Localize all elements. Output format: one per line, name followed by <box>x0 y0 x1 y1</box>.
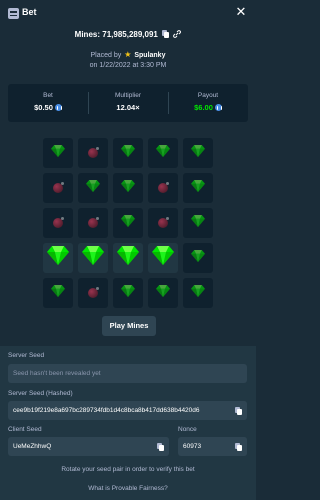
mine-tile <box>183 173 213 203</box>
stat-multiplier: Multiplier 12.04× <box>88 84 168 122</box>
mine-tile <box>43 173 73 203</box>
gem-icon <box>121 144 135 162</box>
client-seed-value: UeMeZhhwQ <box>13 443 52 450</box>
mines-prefix: Mines: <box>74 30 101 40</box>
gem-icon <box>117 246 139 270</box>
coin-icon <box>214 104 222 111</box>
mine-tile <box>148 208 178 238</box>
mine-tile <box>43 278 73 308</box>
placed-date: on 1/22/2022 at 3:30 PM <box>89 62 167 69</box>
placed-by-label: Placed by <box>90 52 122 59</box>
mine-icon <box>53 182 64 193</box>
mine-tile <box>183 138 213 168</box>
gem-icon <box>152 246 174 270</box>
server-seed-hashed-label: Server Seed (Hashed) <box>8 390 73 397</box>
modal-title: Bet <box>22 7 37 17</box>
stat-bet-value: $0.50 <box>8 103 88 112</box>
play-mines-button[interactable]: Play Mines <box>102 316 156 336</box>
gem-icon <box>121 214 135 232</box>
gem-icon <box>47 246 69 270</box>
placed-by-line: Placed by ★ Spulanky <box>0 50 256 59</box>
payout-amount: $6.00 <box>194 103 213 112</box>
mine-tile <box>183 278 213 308</box>
gem-icon <box>156 284 170 302</box>
receipt-icon <box>8 8 19 19</box>
mine-tile <box>148 243 178 273</box>
mine-tile <box>43 243 73 273</box>
bet-modal: Bet ✕ Mines: 71,985,289,091 Placed by ★ … <box>0 0 256 500</box>
server-seed-hashed-value: cee9b19f219e8a697bc289734fdb1d4c8bca8b41… <box>13 407 200 414</box>
mine-tile <box>78 138 108 168</box>
mine-tile <box>78 278 108 308</box>
mine-icon <box>88 287 99 298</box>
stat-multiplier-label: Multiplier <box>114 92 141 99</box>
client-seed-label: Client Seed <box>8 426 42 433</box>
bet-amount: $0.50 <box>34 103 53 112</box>
copy-icon[interactable] <box>162 30 170 40</box>
gem-icon <box>156 144 170 162</box>
mine-tile <box>43 138 73 168</box>
mine-tile <box>78 243 108 273</box>
mines-grid <box>43 138 213 308</box>
star-icon: ★ <box>124 50 132 59</box>
copy-icon[interactable] <box>229 437 247 456</box>
client-seed-field[interactable]: UeMeZhhwQ <box>8 437 169 456</box>
mine-icon <box>88 147 99 158</box>
mine-icon <box>158 217 169 228</box>
bet-id: 71,985,289,091 <box>102 30 158 40</box>
mine-tile <box>43 208 73 238</box>
mine-tile <box>183 208 213 238</box>
gem-icon <box>121 179 135 197</box>
stat-payout-label: Payout <box>197 92 219 99</box>
server-seed-label: Server Seed <box>8 352 45 359</box>
server-seed-hashed-field[interactable]: cee9b19f219e8a697bc289734fdb1d4c8bca8b41… <box>8 401 247 420</box>
gem-icon <box>121 284 135 302</box>
nonce-label: Nonce <box>178 426 197 433</box>
bet-id-line: Mines: 71,985,289,091 <box>0 30 256 40</box>
mine-tile <box>148 173 178 203</box>
rotate-seed-text: Rotate your seed pair in order to verify… <box>61 466 195 473</box>
bet-stats: Bet $0.50 Multiplier 12.04× Payout $6.00 <box>8 84 248 122</box>
mine-tile <box>113 138 143 168</box>
gem-icon <box>86 179 100 197</box>
mine-tile <box>78 173 108 203</box>
server-seed-field[interactable]: Seed hasn't been revealed yet <box>8 364 247 383</box>
copy-icon[interactable] <box>229 401 247 420</box>
mine-tile <box>78 208 108 238</box>
stat-payout-value: $6.00 <box>168 103 248 112</box>
user-name[interactable]: Spulanky <box>134 52 165 59</box>
mine-tile <box>113 173 143 203</box>
coin-icon <box>54 104 62 111</box>
mine-tile <box>148 278 178 308</box>
modal-header: Bet ✕ <box>0 0 256 28</box>
stat-multiplier-value: 12.04× <box>116 103 140 112</box>
provable-fairness-link[interactable]: What is Provable Fairness? <box>0 485 256 492</box>
stat-payout: Payout $6.00 <box>168 84 248 122</box>
gem-icon <box>51 144 65 162</box>
gem-icon <box>191 144 205 162</box>
mine-tile <box>148 138 178 168</box>
mine-tile <box>113 208 143 238</box>
gem-icon <box>191 249 205 267</box>
gem-icon <box>82 246 104 270</box>
mine-icon <box>158 182 169 193</box>
copy-icon[interactable] <box>151 437 169 456</box>
stat-bet: Bet $0.50 <box>8 84 88 122</box>
mine-tile <box>113 278 143 308</box>
nonce-value: 60973 <box>183 443 202 450</box>
mine-tile <box>183 243 213 273</box>
nonce-field[interactable]: 60973 <box>178 437 247 456</box>
mine-icon <box>53 217 64 228</box>
mine-icon <box>88 217 99 228</box>
link-icon[interactable] <box>173 30 182 40</box>
close-icon[interactable]: ✕ <box>234 5 248 19</box>
gem-icon <box>51 284 65 302</box>
gem-icon <box>191 179 205 197</box>
gem-icon <box>191 214 205 232</box>
stat-bet-label: Bet <box>43 92 53 99</box>
gem-icon <box>191 284 205 302</box>
mine-tile <box>113 243 143 273</box>
